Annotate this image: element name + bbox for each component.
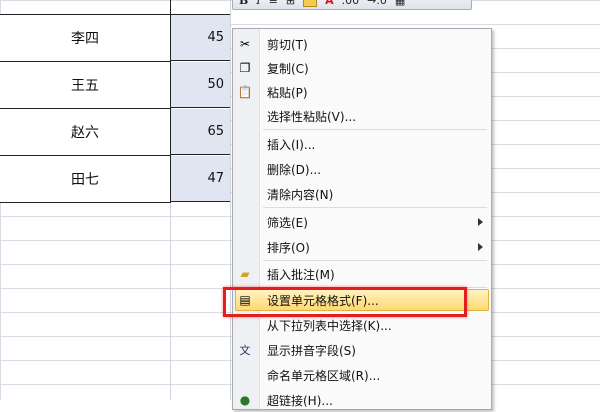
fill-color-icon[interactable] (303, 0, 318, 7)
menu-item-label: 从下拉列表中选择(K)... (267, 318, 392, 333)
increase-decimal-button[interactable]: .00 (342, 0, 360, 8)
font-color-button[interactable]: A (325, 0, 334, 8)
table-row: 赵六 65 (0, 109, 230, 156)
menu-item-paste-special[interactable]: 选择性粘贴(V)... (233, 104, 491, 128)
value-cell[interactable]: 50 (171, 62, 230, 108)
decrease-decimal-button[interactable]: →.0 (367, 0, 387, 8)
name-cell[interactable]: 王五 (0, 62, 171, 109)
submenu-arrow-icon (478, 243, 483, 251)
menu-item-insert-comment[interactable]: ▰ 插入批注(M) (233, 262, 491, 286)
menu-item-label: 插入(I)... (267, 137, 316, 152)
menu-item-paste[interactable]: 📋 粘贴(P) (233, 80, 491, 104)
value-cell[interactable]: 47 (171, 156, 230, 202)
hyperlink-icon: ● (239, 393, 251, 407)
context-menu: ✂ 剪切(T) ❐ 复制(C) 📋 粘贴(P) 选择性粘贴(V)... 插入(I… (232, 28, 492, 410)
menu-item-label: 超链接(H)... (267, 393, 333, 408)
format-painter-icon[interactable]: ▦ (395, 0, 405, 8)
menu-item-label: 删除(D)... (267, 162, 322, 177)
table-row: 王五 50 (0, 62, 230, 109)
menu-item-label: 排序(O) (267, 240, 310, 255)
table-left-border (170, 0, 171, 200)
borders-icon[interactable]: ⊞ (286, 0, 295, 8)
menu-item-label: 选择性粘贴(V)... (267, 109, 357, 124)
menu-item-clear-contents[interactable]: 清除内容(N) (233, 182, 491, 206)
value-cell[interactable]: 65 (171, 109, 230, 155)
menu-item-phonetic[interactable]: 文 显示拼音字段(S) (233, 338, 491, 362)
mini-toolbar: B I ≡ ⊞ A .00 →.0 ▦ (232, 0, 472, 10)
copy-icon: ❐ (239, 61, 251, 75)
name-cell[interactable]: 田七 (0, 156, 171, 203)
menu-item-delete[interactable]: 删除(D)... (233, 157, 491, 181)
menu-item-label: 清除内容(N) (267, 187, 334, 202)
menu-item-cut[interactable]: ✂ 剪切(T) (233, 32, 491, 56)
menu-item-label: 插入批注(M) (267, 267, 335, 282)
italic-button[interactable]: I (256, 0, 260, 8)
comment-icon: ▰ (240, 267, 250, 281)
menu-item-label: 剪切(T) (267, 37, 308, 52)
submenu-arrow-icon (478, 218, 483, 226)
menu-item-filter[interactable]: 筛选(E) (233, 210, 491, 234)
menu-item-label: 粘贴(P) (267, 85, 308, 100)
table-row: 田七 47 (0, 156, 230, 203)
name-cell[interactable]: 李四 (0, 15, 171, 62)
paste-icon: 📋 (237, 85, 253, 99)
menu-item-insert[interactable]: 插入(I)... (233, 132, 491, 156)
menu-item-copy[interactable]: ❐ 复制(C) (233, 56, 491, 80)
menu-item-hyperlink[interactable]: ● 超链接(H)... (233, 388, 491, 412)
value-cell[interactable]: 45 (171, 15, 230, 61)
table-row: 李四 45 (0, 15, 230, 62)
menu-item-label: 显示拼音字段(S) (267, 343, 356, 358)
menu-item-define-name[interactable]: 命名单元格区域(R)... (233, 363, 491, 387)
name-cell[interactable]: 赵六 (0, 109, 171, 156)
column-divider (230, 0, 231, 400)
phonetic-icon: 文 (239, 344, 251, 357)
menu-item-label: 命名单元格区域(R)... (267, 368, 381, 383)
menu-item-label: 筛选(E) (267, 215, 308, 230)
menu-separator (263, 207, 487, 208)
bold-button[interactable]: B (239, 0, 248, 8)
menu-item-label: 复制(C) (267, 61, 309, 76)
scissors-icon: ✂ (239, 37, 251, 51)
menu-separator (263, 129, 487, 130)
align-center-icon[interactable]: ≡ (269, 0, 278, 8)
menu-item-sort[interactable]: 排序(O) (233, 235, 491, 259)
menu-separator (263, 260, 487, 261)
annotation-highlight-box (223, 287, 467, 317)
